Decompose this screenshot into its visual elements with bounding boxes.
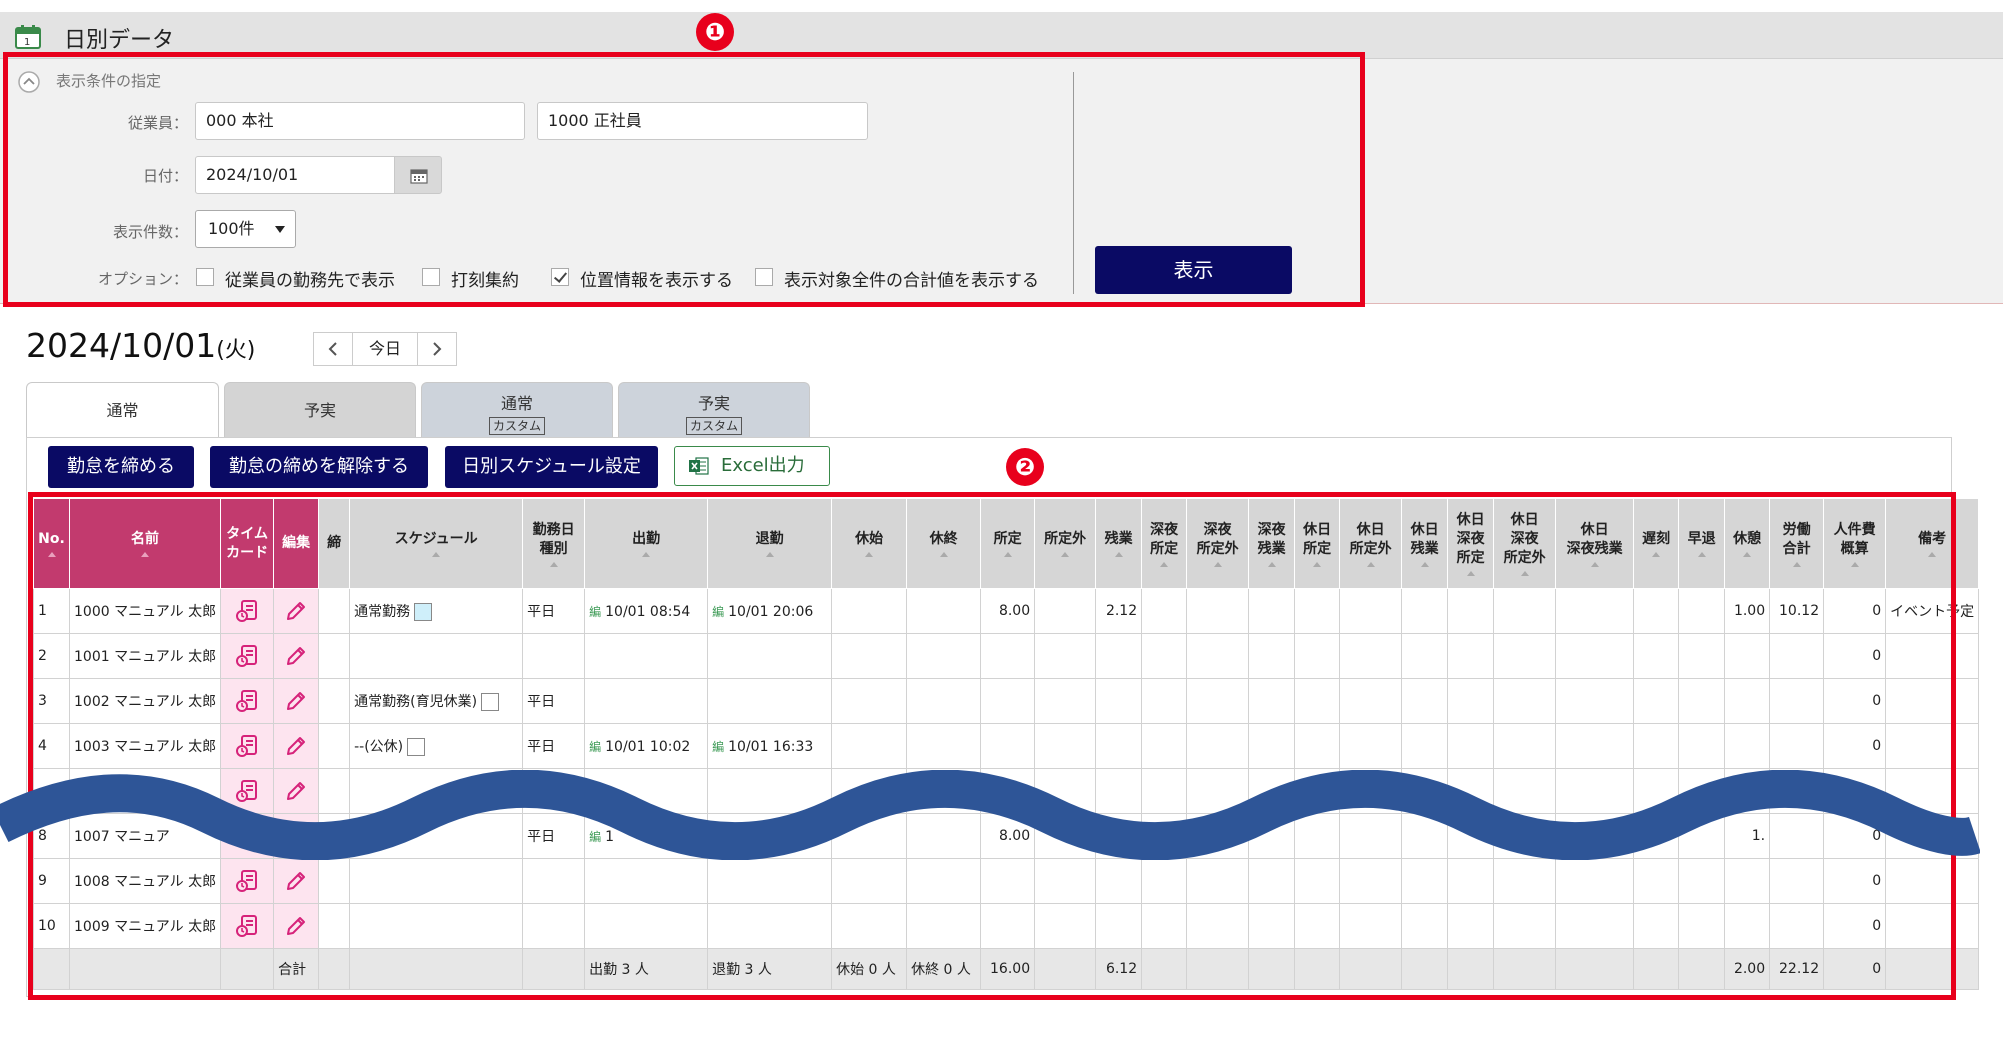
- badge-2: ❷: [1006, 448, 1044, 486]
- next-day-button[interactable]: [417, 332, 457, 366]
- highlight-box-2: [28, 492, 1956, 1000]
- date-label: 日付：: [142, 167, 188, 185]
- daily-schedule-button[interactable]: 日別スケジュール設定: [445, 446, 658, 488]
- option-label-1: 従業員の勤務先で表示: [225, 271, 395, 291]
- excel-icon: [689, 457, 709, 475]
- date-heading-date: 2024/10/01: [26, 326, 217, 365]
- employee-field-2[interactable]: 1000 正社員: [537, 102, 868, 140]
- options-label: オプション：: [97, 270, 188, 288]
- tab-normal-custom-label: 通常: [500, 394, 533, 413]
- today-button[interactable]: 今日: [352, 332, 418, 366]
- condition-divider: [1073, 72, 1074, 294]
- excel-export-label: Excel出力: [721, 455, 805, 476]
- option-label-3: 位置情報を表示する: [580, 271, 733, 291]
- date-field[interactable]: 2024/10/01: [195, 156, 395, 194]
- page-title: 日別データ: [64, 28, 175, 53]
- badge-1: ❶: [696, 13, 734, 51]
- close-attendance-button[interactable]: 勤怠を締める: [48, 446, 194, 488]
- tab-normal[interactable]: 通常: [26, 382, 219, 439]
- employee-field-1[interactable]: 000 本社: [195, 102, 525, 140]
- excel-export-button[interactable]: Excel出力: [674, 446, 830, 486]
- count-select[interactable]: 100件: [195, 210, 296, 248]
- date-heading: 2024/10/01(火): [26, 326, 255, 365]
- tab-yojitsu-label: 予実: [303, 401, 336, 420]
- tab-yojitsu[interactable]: 予実: [224, 382, 416, 438]
- show-button[interactable]: 表示: [1095, 246, 1292, 294]
- option-label-4: 表示対象全件の合計値を表示する: [784, 271, 1039, 291]
- unclose-attendance-button[interactable]: 勤怠の締めを解除する: [210, 446, 428, 488]
- condition-section-label: 表示条件の指定: [56, 72, 162, 90]
- tab-yojitsu-custom[interactable]: 予実 カスタム: [618, 382, 810, 438]
- count-label: 表示件数：: [112, 223, 188, 241]
- date-picker-button[interactable]: [394, 156, 442, 194]
- tab-normal-label: 通常: [106, 401, 139, 420]
- tab-yojitsu-custom-sub: カスタム: [685, 417, 742, 435]
- prev-day-button[interactable]: [313, 332, 353, 366]
- tab-normal-custom-sub: カスタム: [488, 417, 545, 435]
- option-checkbox-4[interactable]: [755, 268, 773, 286]
- tab-yojitsu-custom-label: 予実: [697, 394, 730, 413]
- calendar-icon: 1: [15, 25, 41, 49]
- option-checkbox-1[interactable]: [196, 268, 214, 286]
- chevron-left-icon: [328, 342, 337, 356]
- option-label-2: 打刻集約: [451, 271, 519, 291]
- chevron-right-icon: [433, 342, 442, 356]
- collapse-icon[interactable]: [18, 71, 40, 93]
- employee-label: 従業員：: [127, 114, 188, 132]
- tab-normal-custom[interactable]: 通常 カスタム: [421, 382, 613, 438]
- calendar-picker-icon: [410, 169, 428, 184]
- count-select-value: 100件: [208, 219, 255, 238]
- option-checkbox-2[interactable]: [422, 268, 440, 286]
- date-heading-dow: (火): [216, 338, 256, 363]
- chevron-down-icon: [275, 226, 285, 233]
- omission-wave: [0, 770, 1980, 860]
- svg-text:1: 1: [24, 37, 30, 48]
- option-checkbox-3[interactable]: [551, 268, 569, 286]
